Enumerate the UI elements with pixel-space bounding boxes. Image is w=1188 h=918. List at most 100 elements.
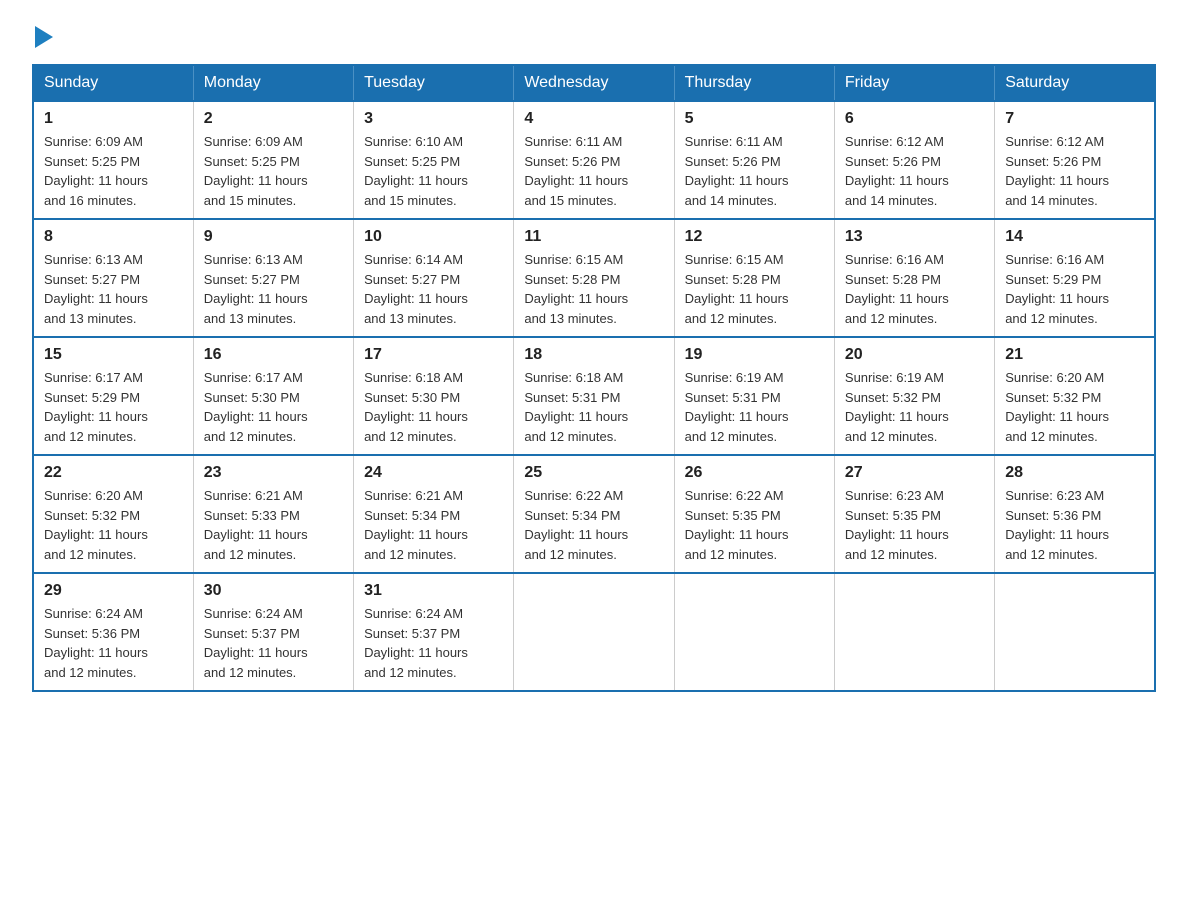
day-number: 16: [204, 346, 343, 364]
day-number: 6: [845, 110, 984, 128]
day-number: 1: [44, 110, 183, 128]
day-info: Sunrise: 6:15 AMSunset: 5:28 PMDaylight:…: [524, 250, 663, 328]
calendar-cell: [514, 573, 674, 691]
day-number: 24: [364, 464, 503, 482]
day-number: 13: [845, 228, 984, 246]
column-header-friday: Friday: [834, 65, 994, 101]
day-number: 14: [1005, 228, 1144, 246]
day-number: 19: [685, 346, 824, 364]
calendar-cell: 15 Sunrise: 6:17 AMSunset: 5:29 PMDayligh…: [33, 337, 193, 455]
day-info: Sunrise: 6:20 AMSunset: 5:32 PMDaylight:…: [1005, 368, 1144, 446]
calendar-cell: [834, 573, 994, 691]
day-info: Sunrise: 6:12 AMSunset: 5:26 PMDaylight:…: [1005, 132, 1144, 210]
day-number: 5: [685, 110, 824, 128]
calendar-cell: 10Sunrise: 6:14 AMSunset: 5:27 PMDayligh…: [354, 219, 514, 337]
day-number: 28: [1005, 464, 1144, 482]
calendar-table: SundayMondayTuesdayWednesdayThursdayFrid…: [32, 64, 1156, 692]
calendar-cell: 8 Sunrise: 6:13 AMSunset: 5:27 PMDaylight…: [33, 219, 193, 337]
page-header: [32, 24, 1156, 48]
day-info: Sunrise: 6:23 AMSunset: 5:36 PMDaylight:…: [1005, 486, 1144, 564]
calendar-week-row: 8 Sunrise: 6:13 AMSunset: 5:27 PMDaylight…: [33, 219, 1155, 337]
day-info: Sunrise: 6:09 AMSunset: 5:25 PMDaylight:…: [204, 132, 343, 210]
day-info: Sunrise: 6:21 AMSunset: 5:34 PMDaylight:…: [364, 486, 503, 564]
day-info: Sunrise: 6:17 AMSunset: 5:29 PMDaylight:…: [44, 368, 183, 446]
day-info: Sunrise: 6:11 AMSunset: 5:26 PMDaylight:…: [685, 132, 824, 210]
day-number: 15: [44, 346, 183, 364]
day-info: Sunrise: 6:22 AMSunset: 5:34 PMDaylight:…: [524, 486, 663, 564]
day-info: Sunrise: 6:10 AMSunset: 5:25 PMDaylight:…: [364, 132, 503, 210]
logo-triangle-icon: [35, 26, 53, 48]
calendar-cell: 20 Sunrise: 6:19 AMSunset: 5:32 PMDayligh…: [834, 337, 994, 455]
calendar-cell: 27 Sunrise: 6:23 AMSunset: 5:35 PMDayligh…: [834, 455, 994, 573]
calendar-cell: [995, 573, 1155, 691]
day-number: 17: [364, 346, 503, 364]
calendar-week-row: 22 Sunrise: 6:20 AMSunset: 5:32 PMDayligh…: [33, 455, 1155, 573]
calendar-cell: 17 Sunrise: 6:18 AMSunset: 5:30 PMDayligh…: [354, 337, 514, 455]
day-number: 26: [685, 464, 824, 482]
day-number: 18: [524, 346, 663, 364]
calendar-cell: 3 Sunrise: 6:10 AMSunset: 5:25 PMDaylight…: [354, 101, 514, 219]
calendar-week-row: 15 Sunrise: 6:17 AMSunset: 5:29 PMDayligh…: [33, 337, 1155, 455]
calendar-cell: 14 Sunrise: 6:16 AMSunset: 5:29 PMDayligh…: [995, 219, 1155, 337]
day-info: Sunrise: 6:24 AMSunset: 5:37 PMDaylight:…: [204, 604, 343, 682]
calendar-cell: 26Sunrise: 6:22 AMSunset: 5:35 PMDayligh…: [674, 455, 834, 573]
calendar-cell: 4 Sunrise: 6:11 AMSunset: 5:26 PMDaylight…: [514, 101, 674, 219]
day-info: Sunrise: 6:21 AMSunset: 5:33 PMDaylight:…: [204, 486, 343, 564]
day-info: Sunrise: 6:20 AMSunset: 5:32 PMDaylight:…: [44, 486, 183, 564]
calendar-cell: 13Sunrise: 6:16 AMSunset: 5:28 PMDayligh…: [834, 219, 994, 337]
day-number: 7: [1005, 110, 1144, 128]
day-number: 27: [845, 464, 984, 482]
calendar-cell: 9 Sunrise: 6:13 AMSunset: 5:27 PMDaylight…: [193, 219, 353, 337]
day-info: Sunrise: 6:11 AMSunset: 5:26 PMDaylight:…: [524, 132, 663, 210]
calendar-cell: 5 Sunrise: 6:11 AMSunset: 5:26 PMDaylight…: [674, 101, 834, 219]
day-info: Sunrise: 6:13 AMSunset: 5:27 PMDaylight:…: [204, 250, 343, 328]
calendar-cell: 6 Sunrise: 6:12 AMSunset: 5:26 PMDaylight…: [834, 101, 994, 219]
calendar-cell: 7 Sunrise: 6:12 AMSunset: 5:26 PMDaylight…: [995, 101, 1155, 219]
day-info: Sunrise: 6:23 AMSunset: 5:35 PMDaylight:…: [845, 486, 984, 564]
calendar-week-row: 1 Sunrise: 6:09 AMSunset: 5:25 PMDaylight…: [33, 101, 1155, 219]
day-number: 9: [204, 228, 343, 246]
calendar-cell: 11 Sunrise: 6:15 AMSunset: 5:28 PMDayligh…: [514, 219, 674, 337]
day-number: 2: [204, 110, 343, 128]
day-info: Sunrise: 6:16 AMSunset: 5:29 PMDaylight:…: [1005, 250, 1144, 328]
column-header-sunday: Sunday: [33, 65, 193, 101]
day-number: 22: [44, 464, 183, 482]
calendar-week-row: 29Sunrise: 6:24 AMSunset: 5:36 PMDayligh…: [33, 573, 1155, 691]
day-info: Sunrise: 6:17 AMSunset: 5:30 PMDaylight:…: [204, 368, 343, 446]
calendar-cell: 16 Sunrise: 6:17 AMSunset: 5:30 PMDayligh…: [193, 337, 353, 455]
day-number: 25: [524, 464, 663, 482]
column-header-thursday: Thursday: [674, 65, 834, 101]
day-info: Sunrise: 6:14 AMSunset: 5:27 PMDaylight:…: [364, 250, 503, 328]
day-number: 3: [364, 110, 503, 128]
day-info: Sunrise: 6:19 AMSunset: 5:32 PMDaylight:…: [845, 368, 984, 446]
day-number: 8: [44, 228, 183, 246]
day-number: 4: [524, 110, 663, 128]
column-header-tuesday: Tuesday: [354, 65, 514, 101]
calendar-cell: 22 Sunrise: 6:20 AMSunset: 5:32 PMDayligh…: [33, 455, 193, 573]
logo: [32, 24, 53, 48]
day-info: Sunrise: 6:18 AMSunset: 5:31 PMDaylight:…: [524, 368, 663, 446]
day-number: 30: [204, 582, 343, 600]
calendar-cell: 12Sunrise: 6:15 AMSunset: 5:28 PMDayligh…: [674, 219, 834, 337]
day-number: 20: [845, 346, 984, 364]
column-header-monday: Monday: [193, 65, 353, 101]
calendar-cell: 24 Sunrise: 6:21 AMSunset: 5:34 PMDayligh…: [354, 455, 514, 573]
calendar-cell: 2 Sunrise: 6:09 AMSunset: 5:25 PMDaylight…: [193, 101, 353, 219]
calendar-cell: 23 Sunrise: 6:21 AMSunset: 5:33 PMDayligh…: [193, 455, 353, 573]
calendar-body: 1 Sunrise: 6:09 AMSunset: 5:25 PMDaylight…: [33, 101, 1155, 691]
day-number: 23: [204, 464, 343, 482]
calendar-cell: 25 Sunrise: 6:22 AMSunset: 5:34 PMDayligh…: [514, 455, 674, 573]
column-header-wednesday: Wednesday: [514, 65, 674, 101]
day-info: Sunrise: 6:13 AMSunset: 5:27 PMDaylight:…: [44, 250, 183, 328]
column-header-saturday: Saturday: [995, 65, 1155, 101]
day-info: Sunrise: 6:18 AMSunset: 5:30 PMDaylight:…: [364, 368, 503, 446]
calendar-cell: [674, 573, 834, 691]
day-info: Sunrise: 6:19 AMSunset: 5:31 PMDaylight:…: [685, 368, 824, 446]
calendar-cell: 29Sunrise: 6:24 AMSunset: 5:36 PMDayligh…: [33, 573, 193, 691]
calendar-header: SundayMondayTuesdayWednesdayThursdayFrid…: [33, 65, 1155, 101]
calendar-cell: 18 Sunrise: 6:18 AMSunset: 5:31 PMDayligh…: [514, 337, 674, 455]
day-number: 11: [524, 228, 663, 246]
day-number: 29: [44, 582, 183, 600]
day-number: 12: [685, 228, 824, 246]
day-info: Sunrise: 6:12 AMSunset: 5:26 PMDaylight:…: [845, 132, 984, 210]
